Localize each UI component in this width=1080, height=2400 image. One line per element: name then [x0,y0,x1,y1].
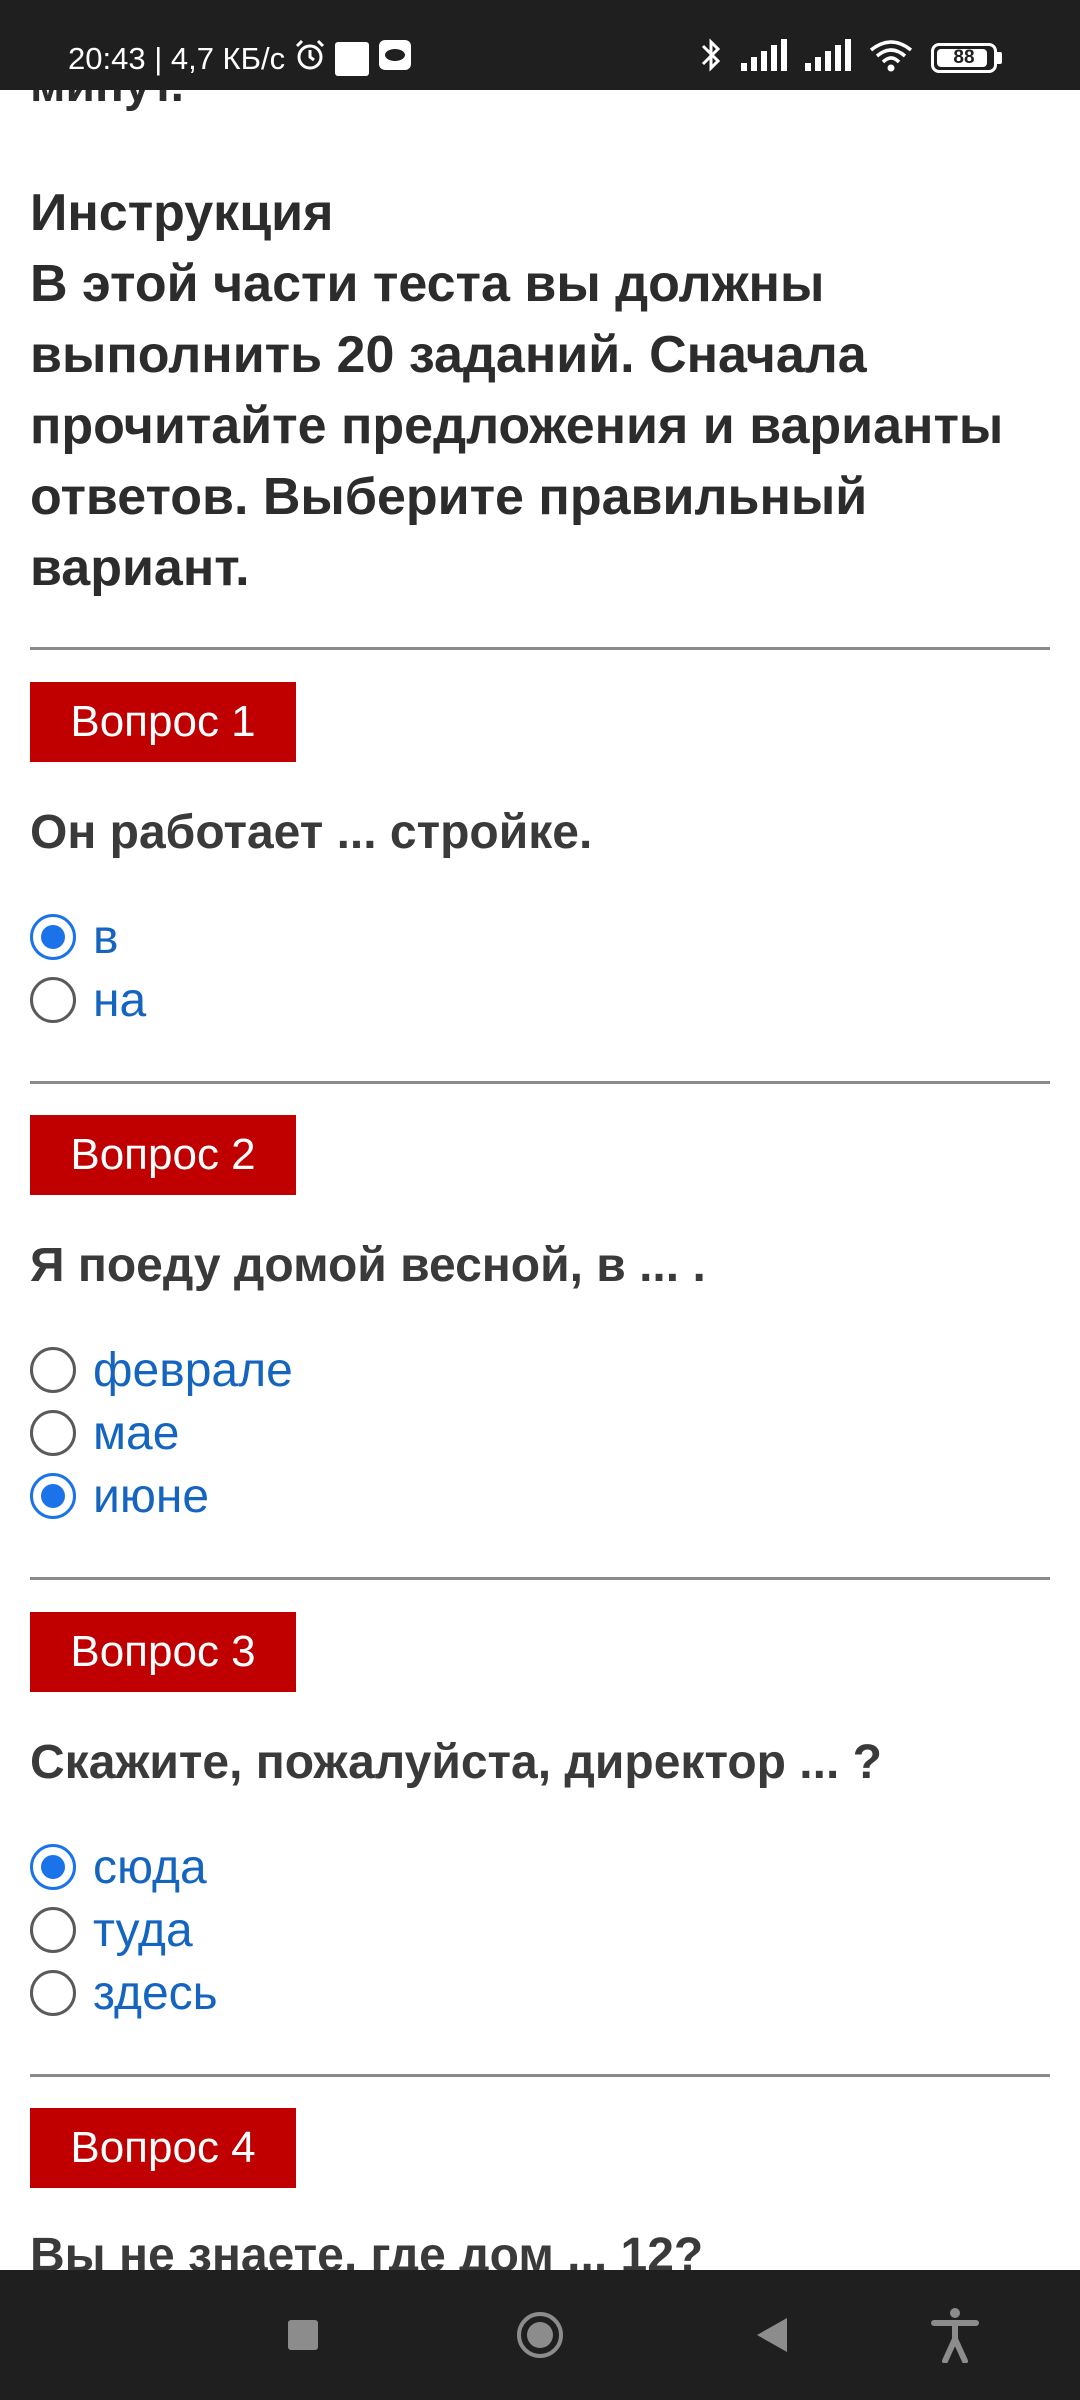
option-label[interactable]: мае [93,1406,179,1461]
bluetooth-icon [699,36,723,79]
screen-record-icon [377,38,413,80]
divider [30,1081,1050,1084]
question-4-label: Вопрос 4 [30,2108,296,2188]
battery-level: 88 [953,46,975,68]
question-1-option-2[interactable]: на [30,970,146,1030]
status-left: 20:43 | 4,7 КБ/с [68,38,413,80]
option-label[interactable]: феврале [93,1343,293,1398]
option-label[interactable]: на [93,973,146,1028]
alarm-icon [293,38,327,80]
question-3-option-2[interactable]: туда [30,1900,193,1960]
option-label[interactable]: здесь [93,1966,218,2021]
question-1-text: Он работает ... стройке. [30,806,593,859]
home-circle-icon[interactable] [490,2270,590,2400]
question-2-text: Я поеду домой весной, в ... . [30,1239,706,1292]
accessibility-icon[interactable] [905,2270,1005,2400]
navigation-bar [0,2270,1080,2400]
status-right: 88 [699,36,1002,79]
radio-button[interactable] [30,1970,76,2016]
back-triangle-icon[interactable] [722,2270,822,2400]
battery-icon: 88 [931,42,1002,73]
recents-square-icon[interactable] [253,2270,353,2400]
radio-button-checked[interactable] [30,1473,76,1519]
signal-icon-1 [741,39,787,76]
question-1-label: Вопрос 1 [30,682,296,762]
question-1-option-1[interactable]: в [30,907,119,967]
option-label[interactable]: в [93,910,119,965]
option-label[interactable]: июне [93,1469,209,1524]
option-label[interactable]: сюда [93,1840,207,1895]
radio-button-checked[interactable] [30,1844,76,1890]
status-time-speed: 20:43 | 4,7 КБ/с [68,41,286,76]
question-2-label: Вопрос 2 [30,1115,296,1195]
option-label[interactable]: туда [93,1903,193,1958]
wifi-icon [869,38,913,77]
radio-button[interactable] [30,1410,76,1456]
instruction-body: В этой части теста вы должны выполнить 2… [30,255,1004,597]
question-2-option-1[interactable]: феврале [30,1340,293,1400]
radio-button[interactable] [30,1347,76,1393]
question-3-text: Скажите, пожалуйста, директор ... ? [30,1736,882,1789]
question-2-option-3[interactable]: июне [30,1466,209,1526]
divider [30,647,1050,650]
divider [30,2074,1050,2077]
notification-square-icon [335,42,370,76]
signal-icon-2 [805,39,851,76]
status-bar: 20:43 | 4,7 КБ/с 88 [0,0,1080,90]
question-3-option-1[interactable]: сюда [30,1837,207,1897]
instruction-block: Инструкция В этой части теста вы должны … [30,178,1040,604]
question-3-label: Вопрос 3 [30,1612,296,1692]
radio-button-checked[interactable] [30,914,76,960]
instruction-title: Инструкция [30,184,334,242]
radio-button[interactable] [30,1907,76,1953]
question-2-option-2[interactable]: мае [30,1403,179,1463]
radio-button[interactable] [30,977,76,1023]
divider [30,1577,1050,1580]
question-3-option-3[interactable]: здесь [30,1963,218,2023]
